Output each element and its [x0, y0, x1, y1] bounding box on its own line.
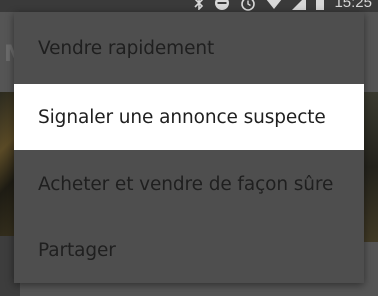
background-image-right: [362, 92, 378, 242]
dnd-icon: [214, 0, 230, 11]
bluetooth-icon: [194, 0, 204, 10]
status-bar: 15:25: [0, 0, 378, 12]
menu-item-vendre-rapidement[interactable]: Vendre rapidement: [14, 12, 364, 84]
alarm-icon: [240, 0, 256, 11]
wifi-icon: [266, 0, 282, 10]
battery-icon: [316, 0, 325, 10]
menu-item-signaler-annonce[interactable]: Signaler une annonce suspecte: [14, 84, 364, 150]
overflow-menu: Vendre rapidement Signaler une annonce s…: [14, 12, 364, 283]
status-time: 15:25: [334, 0, 372, 11]
status-icons: 15:25: [194, 0, 372, 12]
menu-item-partager[interactable]: Partager: [14, 218, 364, 283]
menu-item-acheter-vendre-sur[interactable]: Acheter et vendre de façon sûre: [14, 150, 364, 218]
signal-icon: [292, 0, 307, 10]
